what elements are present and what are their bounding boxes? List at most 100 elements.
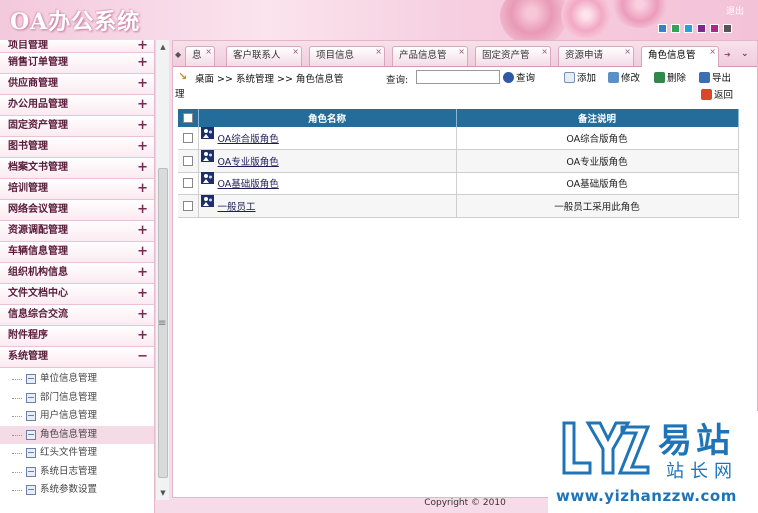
subitem-red-header-docs[interactable]: 红头文件管理 [0, 444, 154, 463]
row-checkbox[interactable] [182, 155, 193, 166]
column-header-remark[interactable]: 备注说明 [456, 109, 739, 127]
subitem-unit-info[interactable]: 单位信息管理 [0, 370, 154, 389]
expand-icon[interactable]: + [137, 116, 148, 136]
theme-swatch[interactable] [723, 24, 732, 33]
subitem-role-info[interactable]: 角色信息管理 [0, 425, 154, 444]
rose-decoration [500, 0, 570, 40]
expand-icon[interactable]: + [137, 74, 148, 94]
search-button[interactable]: 查询 [503, 70, 535, 84]
table-row[interactable]: OA基础版角色 OA基础版角色 [178, 172, 739, 195]
sidebar-item-communication[interactable]: 信息综合交流 + [0, 305, 154, 326]
expand-icon[interactable]: + [137, 221, 148, 241]
back-button[interactable]: 返回 [701, 87, 733, 101]
sidebar-item-label: 信息综合交流 [8, 309, 68, 320]
tab-project-info[interactable]: 项目信息 × [309, 46, 385, 66]
sidebar-item-resources[interactable]: 资源调配管理 + [0, 221, 154, 242]
expand-icon[interactable]: + [137, 263, 148, 283]
export-button[interactable]: 导出 [699, 70, 731, 84]
collapse-icon[interactable]: − [137, 347, 148, 367]
tab-label: 固定资产管 [482, 50, 530, 61]
sidebar-item-training[interactable]: 培训管理 + [0, 179, 154, 200]
table-row[interactable]: OA专业版角色 OA专业版角色 [178, 149, 739, 173]
sidebar-item-fixed-assets[interactable]: 固定资产管理 + [0, 116, 154, 137]
query-input[interactable] [416, 70, 500, 84]
subitem-department-info[interactable]: 部门信息管理 [0, 389, 154, 408]
sidebar-item-accessories[interactable]: 附件程序 + [0, 326, 154, 347]
tab-role-info[interactable]: 角色信息管 × [641, 46, 719, 67]
theme-swatch[interactable] [671, 24, 680, 33]
select-all-checkbox[interactable] [182, 113, 193, 123]
expand-icon[interactable]: + [137, 305, 148, 325]
close-icon[interactable]: × [709, 47, 716, 61]
table-row[interactable]: OA综合版角色 OA综合版角色 [178, 127, 739, 150]
tab-scroll-right-icon[interactable]: ➜ [724, 50, 736, 62]
sidebar-item-meetings[interactable]: 网络会议管理 + [0, 200, 154, 221]
close-icon[interactable]: × [458, 47, 465, 61]
row-checkbox[interactable] [182, 178, 193, 189]
close-icon[interactable]: × [624, 47, 631, 61]
expand-icon[interactable]: + [137, 40, 148, 52]
sidebar-item-project[interactable]: 项目管理 + [0, 40, 154, 53]
row-checkbox[interactable] [182, 133, 193, 143]
sidebar-item-archives[interactable]: 档案文书管理 + [0, 158, 154, 179]
breadcrumb: 桌面 >> 系统管理 >> 角色信息管 [195, 74, 344, 85]
add-button[interactable]: 添加 [564, 70, 596, 84]
tab-list-chevron-icon[interactable]: ⌄ [741, 49, 749, 59]
close-icon[interactable]: × [292, 47, 299, 61]
tab-customer-contact[interactable]: 客户联系人 × [226, 46, 302, 66]
tab-scroll-left-icon[interactable]: ◆ [175, 50, 181, 59]
theme-swatch[interactable] [710, 24, 719, 33]
tab-resource-request[interactable]: 资源申请 × [558, 46, 634, 66]
expand-icon[interactable]: + [137, 137, 148, 157]
role-name-link[interactable]: OA综合版角色 [218, 134, 279, 145]
scroll-up-arrow-icon[interactable]: ▲ [158, 42, 168, 52]
sidebar-item-office-supplies[interactable]: 办公用品管理 + [0, 95, 154, 116]
theme-swatch[interactable] [684, 24, 693, 33]
column-header-role-name[interactable]: 角色名称 [198, 109, 457, 127]
row-checkbox[interactable] [182, 200, 193, 211]
expand-icon[interactable]: + [137, 179, 148, 199]
sidebar-item-vehicles[interactable]: 车辆信息管理 + [0, 242, 154, 263]
subitem-label: 部门信息管理 [40, 391, 98, 403]
table-row[interactable]: 一般员工 一般员工采用此角色 [178, 194, 739, 218]
expand-icon[interactable]: + [137, 53, 148, 73]
role-name-link[interactable]: OA专业版角色 [218, 157, 279, 168]
expand-icon[interactable]: + [137, 158, 148, 178]
subitem-system-log[interactable]: 系统日志管理 [0, 463, 154, 482]
role-name-link[interactable]: 一般员工 [218, 202, 256, 213]
scroll-down-arrow-icon[interactable]: ▼ [158, 488, 168, 498]
subitem-system-params[interactable]: 系统参数设置 [0, 481, 154, 500]
sidebar-item-label: 车辆信息管理 [8, 246, 68, 257]
splitter-handle-icon[interactable]: ≡ [158, 318, 166, 329]
sidebar-item-sales-order[interactable]: 销售订单管理 + [0, 53, 154, 74]
expand-icon[interactable]: + [137, 284, 148, 304]
delete-button[interactable]: 删除 [654, 70, 686, 84]
expand-icon[interactable]: + [137, 95, 148, 115]
subitem-user-info[interactable]: 用户信息管理 [0, 407, 154, 426]
sidebar-item-books[interactable]: 图书管理 + [0, 137, 154, 158]
logout-link[interactable]: 退出 [726, 4, 744, 17]
theme-swatch[interactable] [658, 24, 667, 33]
users-icon [200, 194, 214, 207]
role-name-cell: OA专业版角色 [198, 149, 457, 173]
expand-icon[interactable]: + [137, 326, 148, 346]
sidebar-item-documents[interactable]: 文件文档中心 + [0, 284, 154, 305]
sidebar-item-label: 附件程序 [8, 330, 48, 341]
edit-button[interactable]: 修改 [608, 70, 640, 84]
tab-partial[interactable]: 息 × [185, 46, 215, 66]
theme-swatch[interactable] [697, 24, 706, 33]
tab-product-info[interactable]: 产品信息管 × [392, 46, 468, 66]
sidebar-item-organization[interactable]: 组织机构信息 + [0, 263, 154, 284]
table-icon [26, 374, 36, 384]
role-name-link[interactable]: OA基础版角色 [218, 179, 279, 190]
tab-fixed-assets[interactable]: 固定资产管 × [475, 46, 551, 66]
expand-icon[interactable]: + [137, 200, 148, 220]
close-icon[interactable]: × [375, 47, 382, 61]
sidebar-scrollbar[interactable]: ▲ ▼ [155, 40, 169, 500]
close-icon[interactable]: × [541, 47, 548, 61]
close-icon[interactable]: × [205, 47, 212, 61]
sidebar-item-system[interactable]: 系统管理 − [0, 347, 154, 368]
expand-icon[interactable]: + [137, 242, 148, 262]
sidebar-item-supplier[interactable]: 供应商管理 + [0, 74, 154, 95]
edit-icon [608, 72, 619, 83]
